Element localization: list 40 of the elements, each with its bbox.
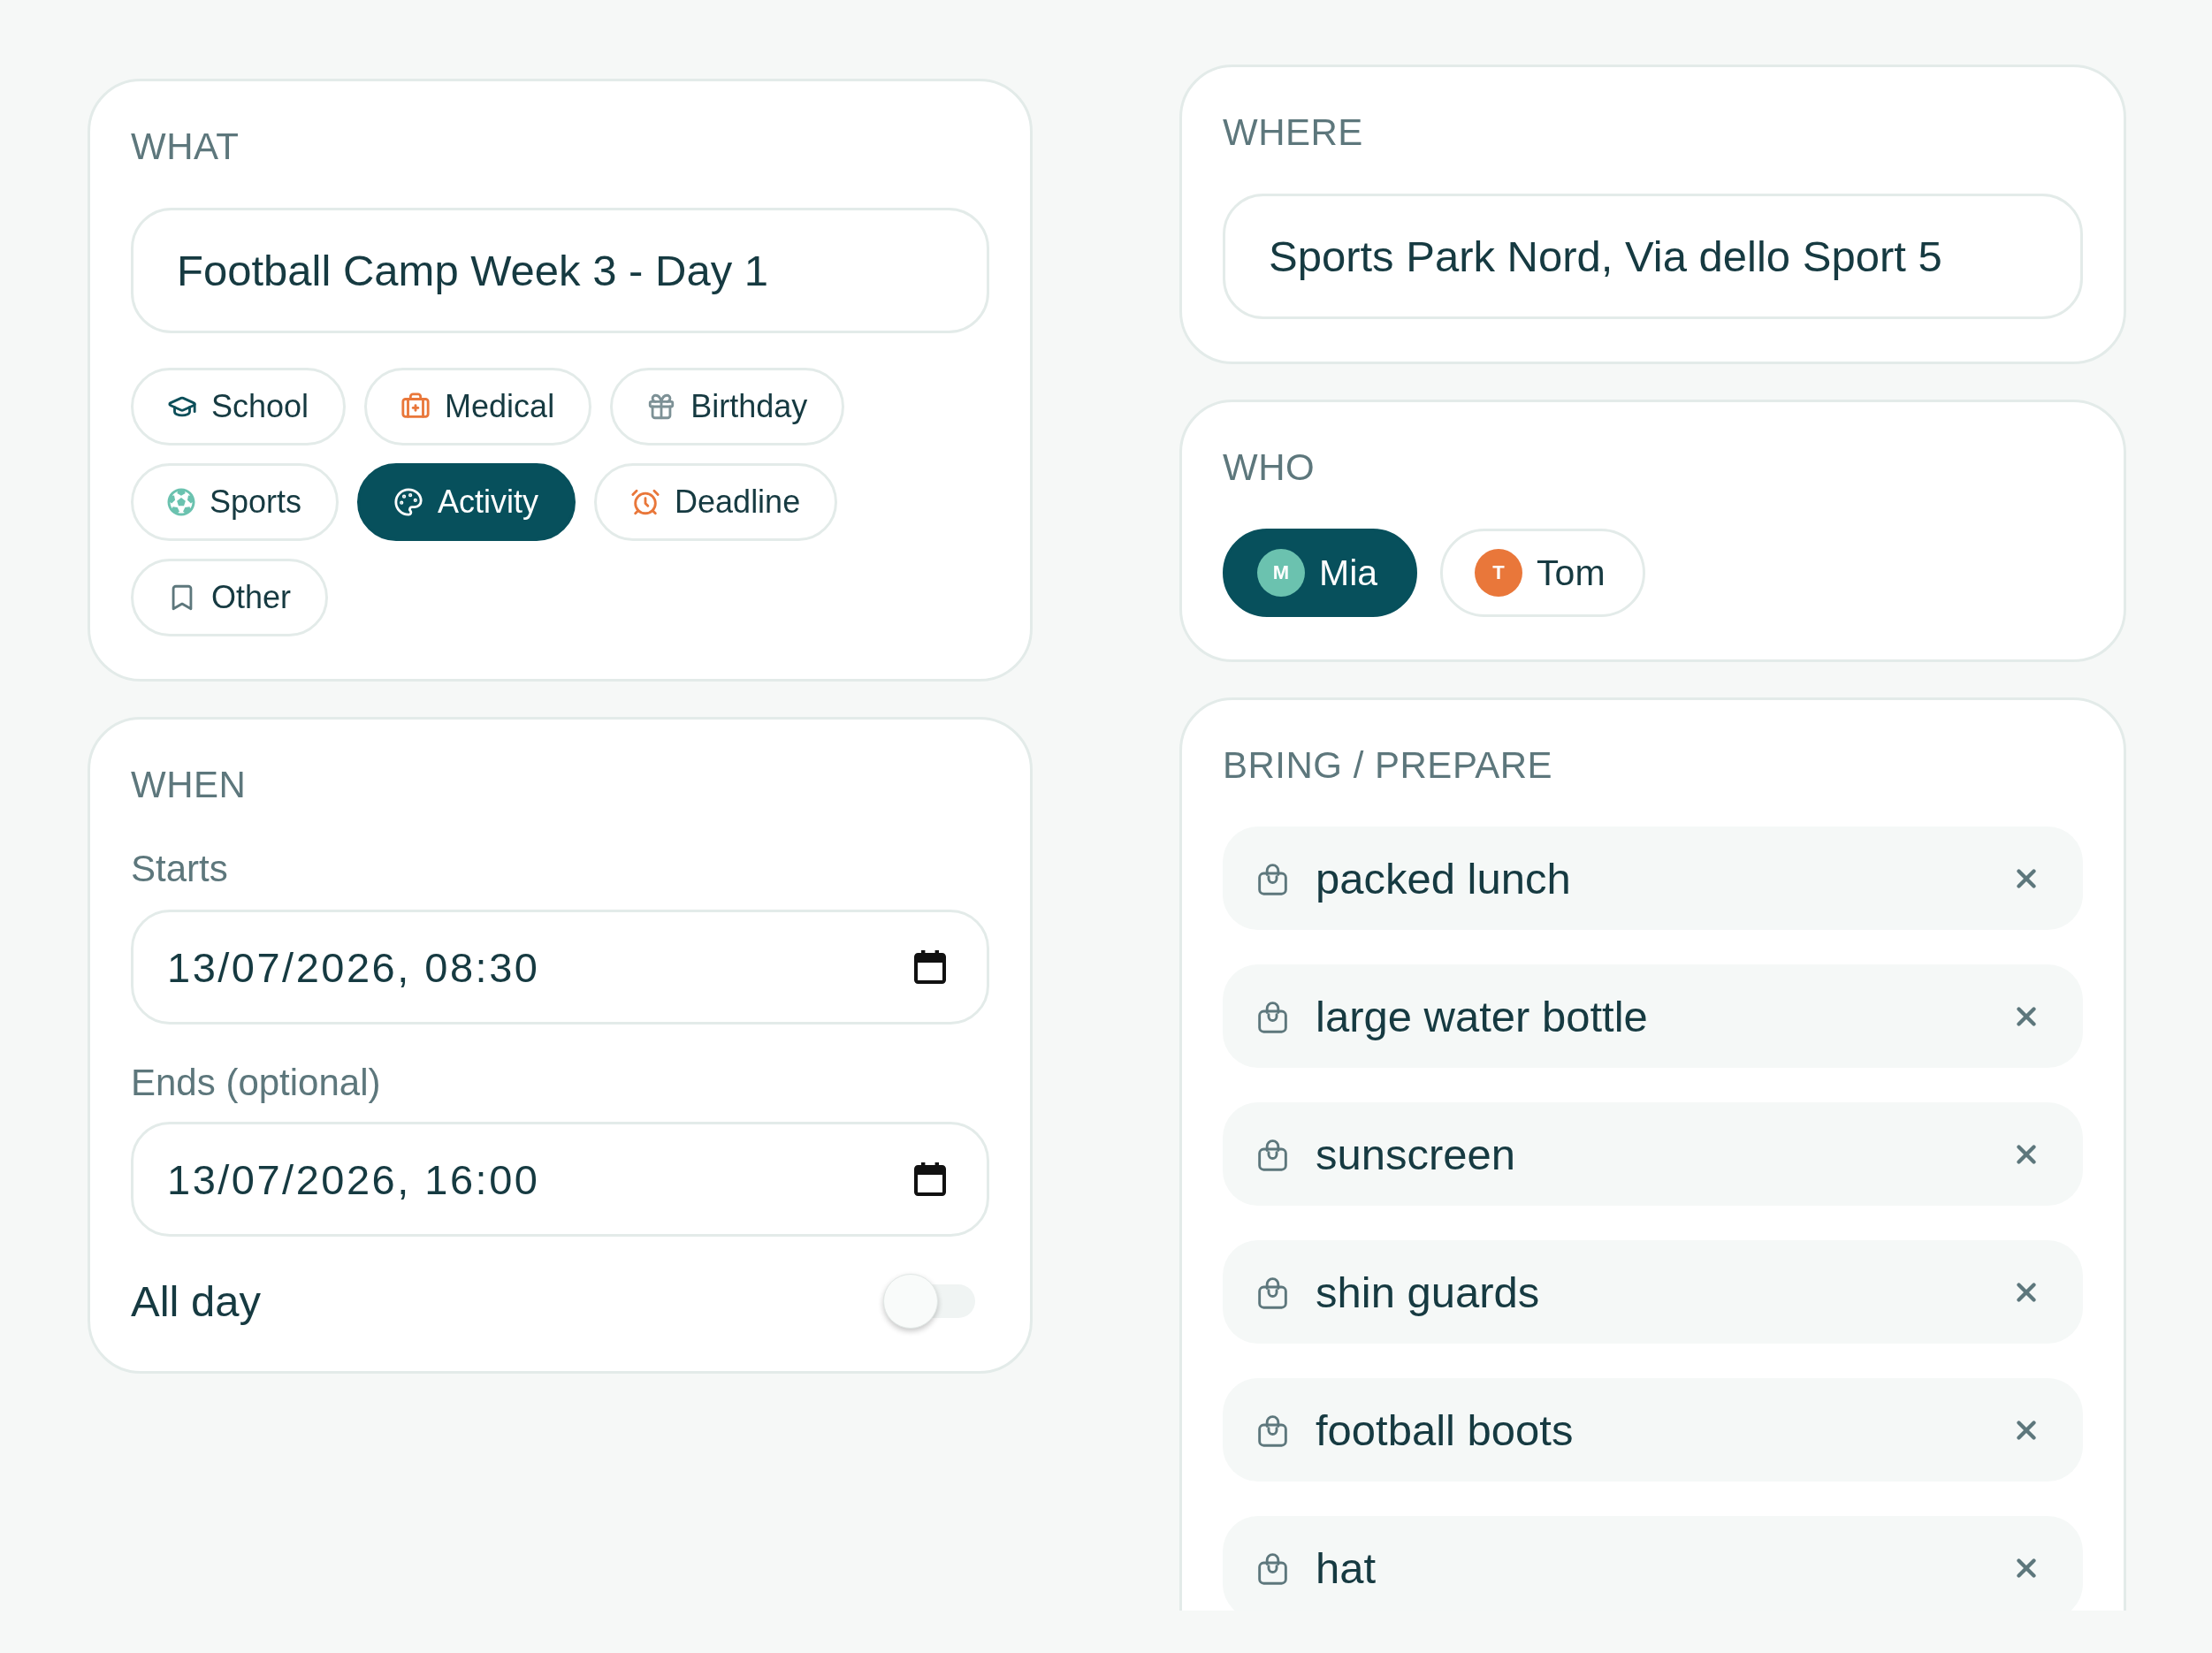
section-heading: WHO [1223,446,1316,489]
bag-icon [1256,861,1289,895]
field-label: Starts [131,848,229,890]
avatar: T [1475,549,1523,597]
alarm-clock-icon [630,487,661,517]
item-text: football boots [1316,1405,1575,1455]
section-heading: WHEN [131,764,248,806]
category-chip[interactable]: Birthday [610,368,845,446]
location-field[interactable]: Sports Park Nord, Via dello Sport 5 [1223,194,2083,319]
date-time-field[interactable]: 13/07/2026, 08:30 [131,910,989,1025]
toggle-switch[interactable] [883,1274,975,1329]
category-chip[interactable]: Deadline [594,463,838,541]
item-text: packed lunch [1316,853,1572,903]
item-text: shin guards [1316,1267,1541,1317]
calendar-icon[interactable] [914,950,946,984]
item-text: large water bottle [1316,991,1649,1041]
bag-icon [1256,1275,1289,1309]
person-chip[interactable]: T Tom [1440,529,1645,617]
item-text: hat [1316,1543,1377,1593]
field-label: Ends (optional) [131,1062,382,1104]
category-chip[interactable]: Sports [131,463,339,541]
bag-icon [1256,1413,1289,1447]
bag-icon [1256,1137,1289,1171]
avatar: M [1257,549,1305,597]
item-text: sunscreen [1316,1129,1517,1179]
title-field[interactable]: Football Camp Week 3 - Day 1 [131,208,989,333]
category-chip[interactable]: Other [131,559,329,636]
date-time-field[interactable]: 13/07/2026, 16:00 [131,1122,989,1237]
calendar-icon[interactable] [914,1162,946,1196]
category-chip[interactable]: School [131,368,347,446]
person-chip[interactable]: M Mia [1223,529,1418,617]
palette-icon [393,487,424,517]
bag-icon [1256,1550,1289,1585]
section-heading: WHAT [131,126,240,168]
category-chip[interactable]: Medical [364,368,592,446]
category-chip[interactable]: Activity [357,463,576,541]
bag-icon [1256,999,1289,1033]
section-heading: BRING / PREPARE [1223,744,1554,787]
toggle-label: All day [131,1276,262,1326]
section-heading: WHERE [1223,111,1364,154]
